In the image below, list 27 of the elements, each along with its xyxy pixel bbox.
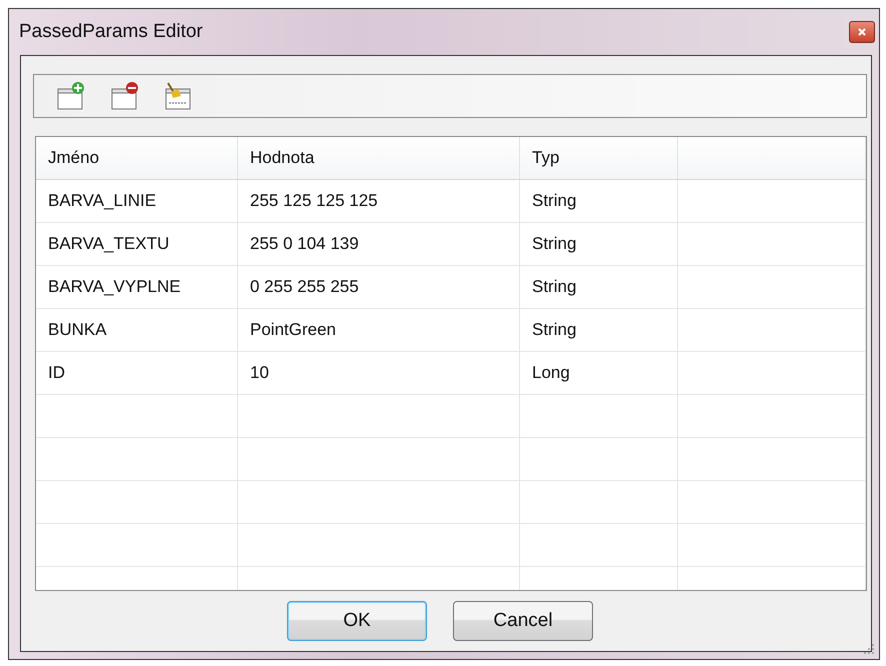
close-icon	[857, 27, 867, 37]
remove-row-icon	[109, 81, 139, 111]
table-cell: 255 0 104 139	[238, 223, 520, 265]
table-cell: BARVA_VYPLNE	[36, 266, 238, 308]
table-cell: 0 255 255 255	[238, 266, 520, 308]
table-cell: 10	[238, 352, 520, 394]
cancel-button[interactable]: Cancel	[453, 601, 593, 641]
resize-grip-icon[interactable]	[863, 643, 875, 655]
table-cell: BARVA_TEXTU	[36, 223, 238, 265]
close-button[interactable]	[849, 21, 875, 43]
table-cell: String	[520, 223, 678, 265]
broom-icon	[163, 81, 193, 111]
column-header[interactable]: Jméno	[36, 137, 238, 179]
column-header[interactable]: Typ	[520, 137, 678, 179]
table-cell: String	[520, 266, 678, 308]
table-cell: Long	[520, 352, 678, 394]
table-cell: String	[520, 309, 678, 351]
table-cell: PointGreen	[238, 309, 520, 351]
table-cell: BARVA_LINIE	[36, 180, 238, 222]
table-cell: BUNKA	[36, 309, 238, 351]
column-header[interactable]: Hodnota	[238, 137, 520, 179]
add-row-icon	[55, 81, 85, 111]
table-cell: 255 125 125 125	[238, 180, 520, 222]
window-title: PassedParams Editor	[19, 21, 203, 43]
ok-button[interactable]: OK	[287, 601, 427, 641]
table-cell: String	[520, 180, 678, 222]
table-cell: ID	[36, 352, 238, 394]
